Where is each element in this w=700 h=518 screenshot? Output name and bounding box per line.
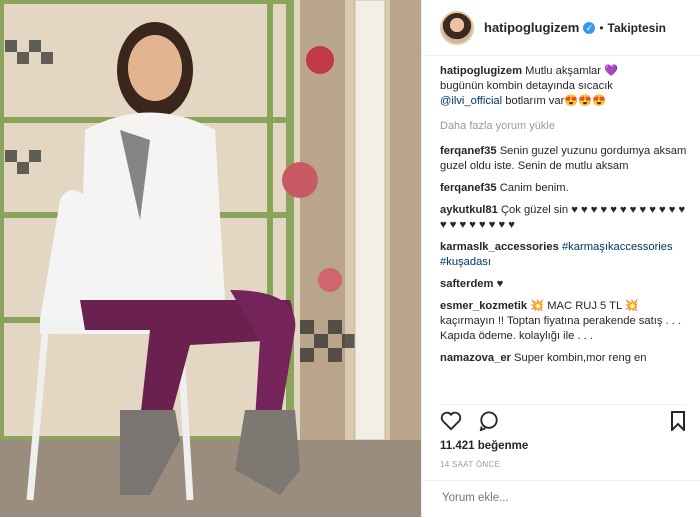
likes-count[interactable]: 11.421 beğenme	[440, 440, 528, 452]
list-item: esmer_kozmetik 💥 MAC RUJ 5 TL 💥 kaçırmay…	[440, 299, 692, 344]
post-photo-illustration	[0, 0, 421, 517]
bookmark-icon[interactable]	[670, 411, 686, 431]
comments-list[interactable]: hatipoglugizem Mutlu akşamlar 💜 bugünün …	[440, 64, 692, 398]
caption-line3: botlarım var	[505, 95, 565, 107]
list-item: namazova_er Super kombin,mor reng en	[440, 351, 692, 366]
follow-status-button[interactable]: Takiptesin	[608, 21, 666, 35]
list-item: aykutkul81 Çok güzel sin ♥ ♥ ♥ ♥ ♥ ♥ ♥ ♥…	[440, 203, 692, 233]
like-heart-icon[interactable]	[440, 411, 462, 431]
avatar[interactable]	[440, 10, 474, 45]
heart-eyes-emoji-icon: 😍😍😍	[564, 95, 607, 107]
comment-username[interactable]: esmer_kozmetik	[440, 300, 527, 312]
verified-badge-icon: ✓	[583, 21, 596, 34]
add-comment-input[interactable]	[440, 491, 674, 505]
list-item: ferqanef35 Canim benim.	[440, 181, 692, 196]
action-bar	[440, 404, 686, 439]
caption-line1: Mutlu akşamlar	[525, 65, 602, 77]
post-timestamp: 14 SAAT ÖNCE	[440, 460, 501, 469]
caption-username[interactable]: hatipoglugizem	[440, 65, 522, 77]
header-username[interactable]: hatipoglugizem	[484, 20, 579, 35]
comment-username[interactable]: aykutkul81	[440, 204, 498, 216]
comment-text: ♥	[496, 278, 504, 290]
comment-username[interactable]: ferqanef35	[440, 182, 497, 194]
comment-username[interactable]: namazova_er	[440, 352, 511, 364]
comment-text: Super kombin,mor reng en	[514, 352, 647, 364]
list-item: ferqanef35 Senin guzel yuzunu gordumya a…	[440, 144, 692, 174]
comment-username[interactable]: karmaslk_accessories	[440, 241, 559, 253]
caption-mention[interactable]: @ilvi_official	[440, 95, 502, 107]
purple-heart-icon: 💜	[604, 65, 619, 77]
comment-bubble-icon[interactable]	[478, 411, 500, 432]
caption-line2: bugünün kombin detayında sıcacık	[440, 80, 613, 92]
comment-text: Canim benim.	[499, 182, 569, 194]
list-item: safterdem ♥	[440, 277, 692, 292]
post-header: hatipoglugizem ✓ • Takiptesin	[422, 0, 700, 56]
add-comment-bar	[422, 480, 700, 518]
comment-username[interactable]: ferqanef35	[440, 145, 497, 157]
post-side-panel: hatipoglugizem ✓ • Takiptesin hatipoglug…	[421, 0, 700, 517]
post-photo[interactable]	[0, 0, 421, 517]
load-more-comments-button[interactable]: Daha fazla yorum yükle	[440, 119, 692, 134]
comment-username[interactable]: safterdem	[440, 278, 493, 290]
list-item: karmaslk_accessories #karmaşıkaccessorie…	[440, 240, 692, 270]
caption: hatipoglugizem Mutlu akşamlar 💜 bugünün …	[440, 64, 692, 109]
header-separator: •	[599, 20, 604, 35]
